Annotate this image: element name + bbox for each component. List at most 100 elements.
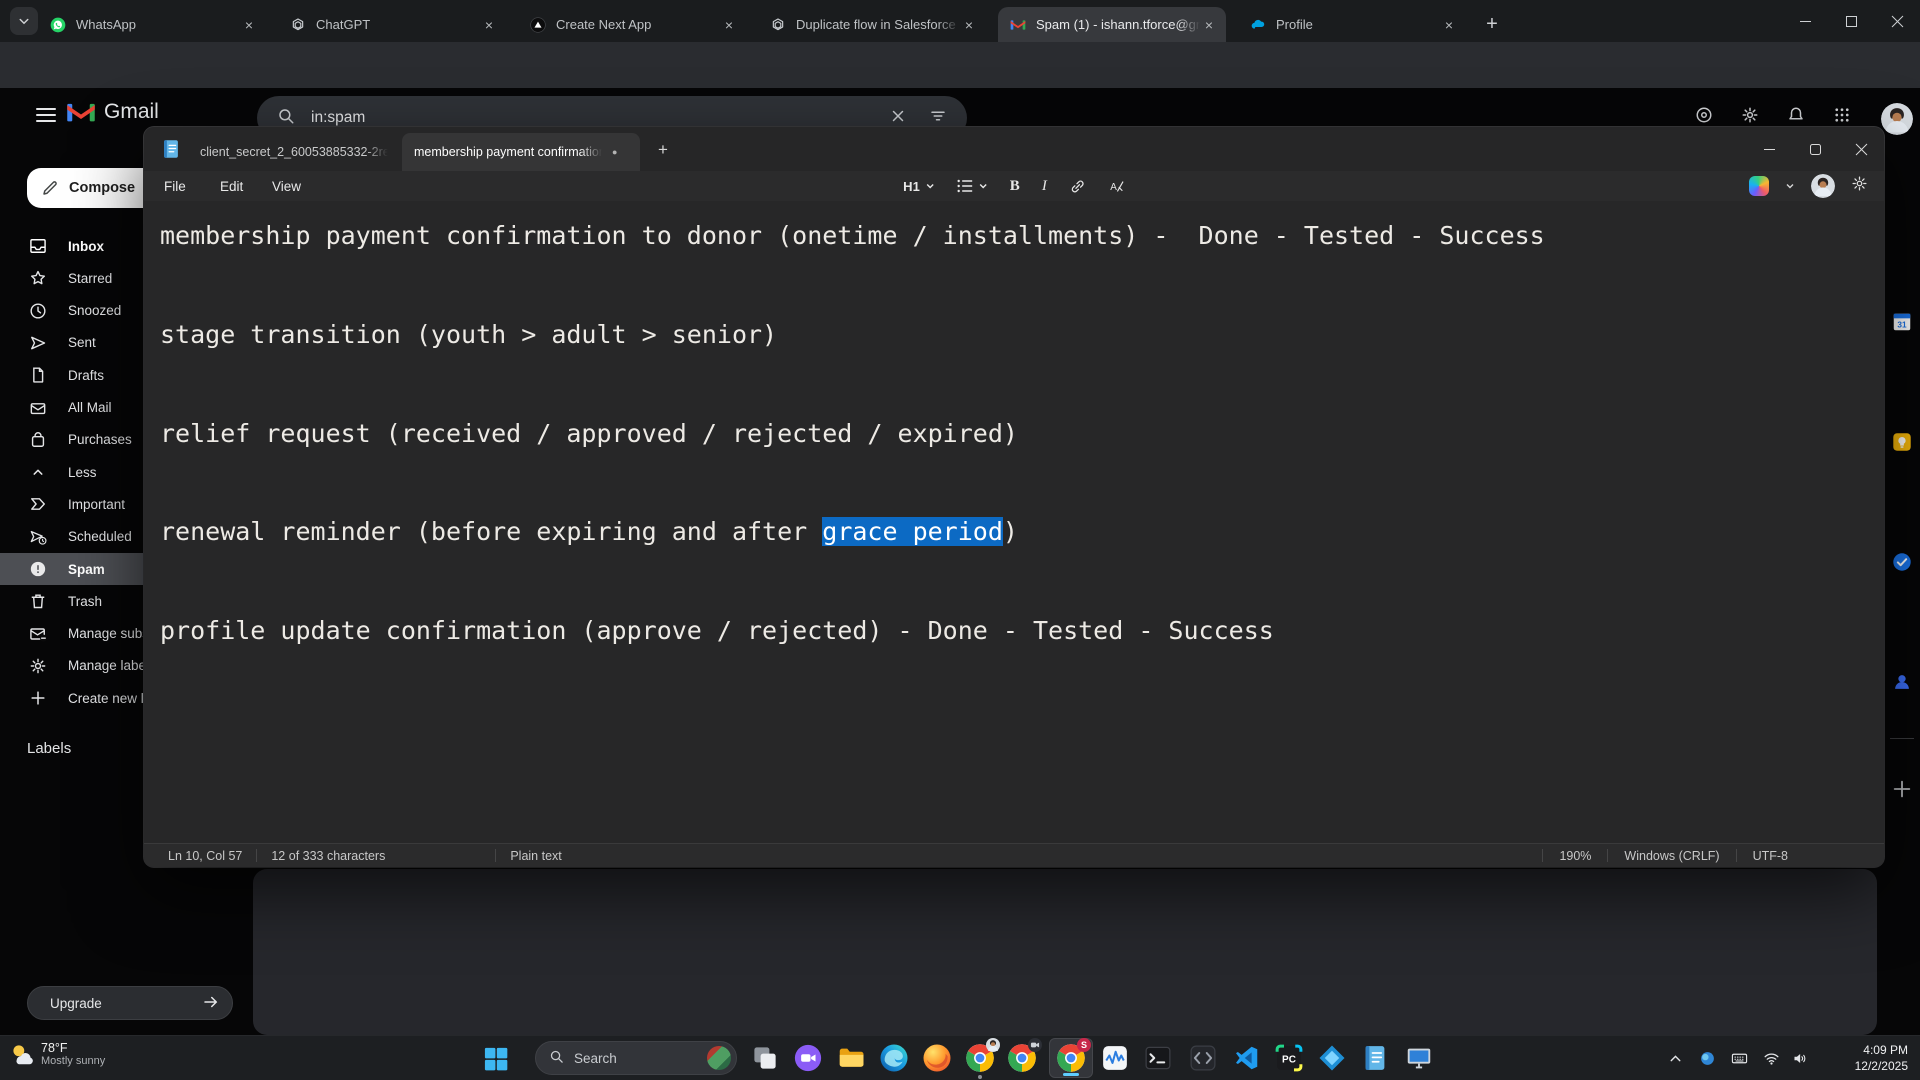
volume-icon[interactable] [1792,1050,1809,1067]
taskbar-app-chrome-profile[interactable] [965,1038,1000,1079]
notepad-statusbar: Ln 10, Col 57 12 of 333 characters Plain… [144,843,1884,867]
formatting-toolbar: H1 B I A [903,171,1125,201]
tray-app-icon[interactable] [1699,1050,1716,1067]
help-icon[interactable] [1695,106,1713,129]
apps-grid-icon[interactable] [1833,106,1851,129]
weather-widget[interactable]: 78°F Mostly sunny [8,1041,105,1067]
link-button[interactable] [1069,178,1086,195]
taskbar-app-firefox[interactable] [922,1043,952,1073]
taskbar-app-chrome-salesforce[interactable]: S [1056,1038,1091,1073]
tab-search-button[interactable] [10,7,38,35]
cursor-position: Ln 10, Col 57 [168,848,243,863]
notepad-tab-1[interactable]: client_secret_2_60053885332-2reqe52rribc [188,133,402,171]
list-style-button[interactable] [957,179,988,193]
calendar-icon[interactable]: 31 [1891,311,1913,333]
notepad-maximize-button[interactable] [1792,127,1838,171]
notepad-close-button[interactable] [1838,127,1884,171]
browser-tab-spam-1-ishann-tforce-gmai[interactable]: Spam (1) - ishann.tforce@gmai × [998,7,1226,42]
tab-close-icon[interactable]: × [1200,16,1218,34]
chevron-down-icon[interactable] [1785,181,1795,191]
wifi-icon[interactable] [1763,1050,1780,1067]
taskbar-app-monitor-app[interactable] [1404,1043,1434,1073]
main-menu-icon[interactable] [36,108,56,122]
heading-style-button[interactable]: H1 [903,179,935,194]
notepad-new-tab-button[interactable]: + [652,139,674,161]
editor-line[interactable]: stage transition (youth > adult > senior… [160,310,1884,359]
browser-tab-profile[interactable]: Profile × [1238,7,1466,42]
tasks-icon[interactable] [1891,551,1913,573]
keep-icon[interactable] [1891,431,1913,453]
taskbar-app-stacked-windows[interactable] [750,1043,780,1073]
italic-button[interactable]: I [1042,178,1047,195]
taskbar-app-edge[interactable] [879,1043,909,1073]
copilot-icon[interactable] [1749,176,1769,196]
tray-chevron-up-icon[interactable] [1667,1050,1684,1067]
compose-button[interactable]: Compose [27,168,160,208]
get-addons-icon[interactable] [1891,778,1913,800]
labels-heading: Labels [27,740,72,757]
taskbar-app-file-explorer[interactable] [836,1043,866,1073]
taskbar-app-notepad[interactable] [1360,1043,1390,1073]
gmail-header-icons [1695,106,1851,129]
gmail-search-input[interactable]: in:spam [311,109,365,127]
browser-tab-create-next-app[interactable]: Create Next App × [518,7,746,42]
upgrade-button[interactable]: Upgrade [27,986,233,1020]
contacts-icon[interactable] [1891,671,1913,693]
character-count: 12 of 333 characters [271,848,386,863]
encoding[interactable]: UTF-8 [1753,849,1788,863]
menu-edit[interactable]: Edit [214,171,249,201]
editor-line[interactable] [160,359,1884,408]
taskbar-app-video-chat[interactable] [793,1043,823,1073]
notepad-account-avatar[interactable] [1811,174,1835,198]
taskbar-search[interactable]: Search [535,1041,737,1075]
gmail-profile-avatar[interactable] [1881,103,1913,135]
gmail-mail-list-area [253,869,1877,1035]
taskbar-app-vscode[interactable] [1231,1043,1261,1073]
tab-close-icon[interactable]: × [960,16,978,34]
tab-close-icon[interactable]: × [720,16,738,34]
editor-line[interactable]: renewal reminder (before expiring and af… [160,507,1884,556]
allmail-icon [28,398,48,418]
editor-line[interactable]: membership payment confirmation to donor… [160,211,1884,260]
notepad-tab-2[interactable]: membership payment confirmation ● [402,133,640,171]
touch-keyboard-icon[interactable] [1731,1050,1748,1067]
clear-formatting-button[interactable]: A [1108,178,1125,195]
taskbar-app-media-app[interactable] [1100,1043,1130,1073]
editor-line[interactable]: relief request (received / approved / re… [160,409,1884,458]
tab-close-icon[interactable]: × [240,16,258,34]
tab-close-icon[interactable]: × [1440,16,1458,34]
taskbar-clock[interactable]: 4:09 PM 12/2/2025 [1816,1042,1908,1074]
line-endings[interactable]: Windows (CRLF) [1624,849,1719,863]
taskbar-app-dev-app[interactable] [1188,1043,1218,1073]
notepad-minimize-button[interactable] [1746,127,1792,171]
notification-bell-icon[interactable] [1787,106,1805,129]
document-mode[interactable]: Plain text [510,849,561,863]
new-tab-button[interactable]: + [1478,10,1506,38]
taskbar-app-chrome-secondary[interactable] [1007,1038,1042,1073]
editor-line[interactable] [160,260,1884,309]
browser-tab-whatsapp[interactable]: WhatsApp × [38,7,266,42]
zoom-level[interactable]: 190% [1559,849,1591,863]
maximize-button[interactable] [1828,0,1874,42]
sidebar-item-label: Important [68,496,126,512]
notepad-settings-icon[interactable] [1851,175,1868,197]
menu-view[interactable]: View [266,171,307,201]
editor-line[interactable]: profile update confirmation (approve / r… [160,606,1884,655]
browser-tab-duplicate-flow-in-salesforce[interactable]: Duplicate flow in Salesforce × [758,7,986,42]
menu-file[interactable]: File [158,171,192,201]
sidebar-item-label: All Mail [68,400,112,415]
close-button[interactable] [1874,0,1920,42]
editor-line[interactable] [160,458,1884,507]
bold-button[interactable]: B [1010,178,1020,195]
notepad-editor[interactable]: membership payment confirmation to donor… [144,201,1884,843]
settings-gear-icon[interactable] [1741,106,1759,129]
taskbar-app-blue-diamond-app[interactable] [1317,1043,1347,1073]
editor-line[interactable] [160,557,1884,606]
start-button[interactable] [481,1044,511,1074]
browser-tab-chatgpt[interactable]: ChatGPT × [278,7,506,42]
taskbar-app-pycharm[interactable]: PC [1274,1043,1304,1073]
selected-text[interactable]: grace period [822,517,1003,547]
minimize-button[interactable] [1782,0,1828,42]
tab-close-icon[interactable]: × [480,16,498,34]
taskbar-app-terminal[interactable] [1143,1043,1173,1073]
